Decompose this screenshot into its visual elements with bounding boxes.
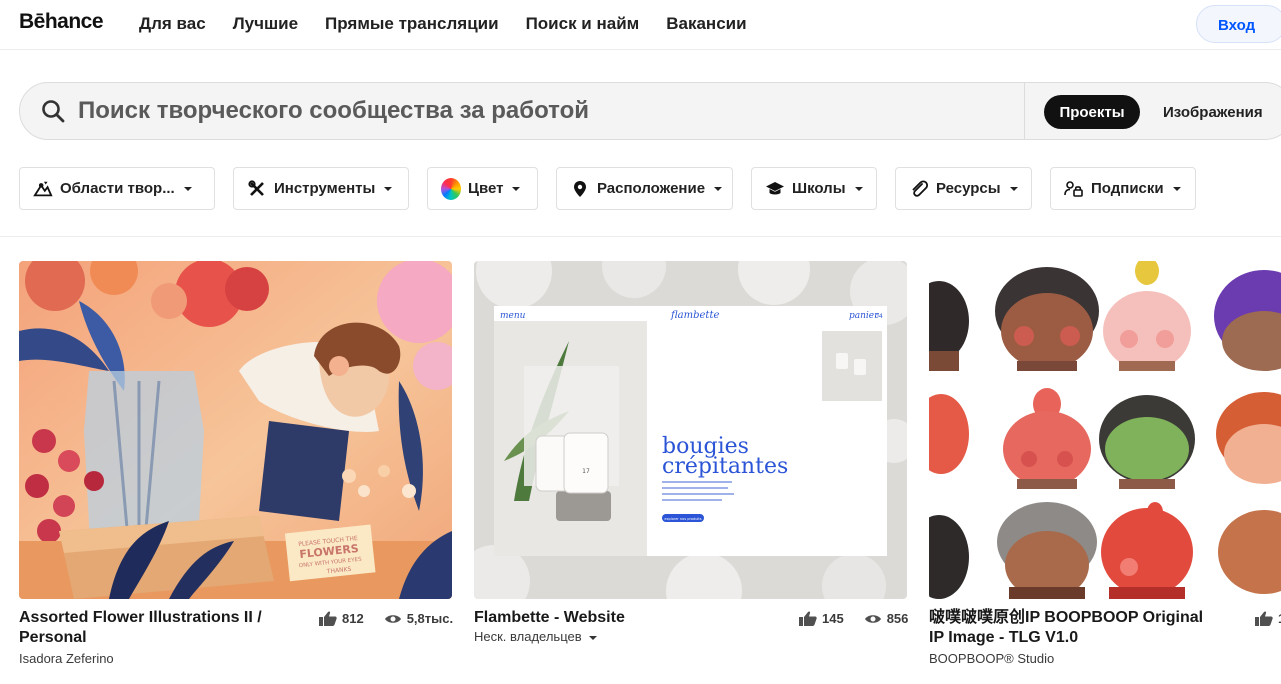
project-stats: 1 <box>1255 611 1281 626</box>
filter-label: Цвет <box>468 180 504 197</box>
search-icon <box>42 100 65 123</box>
views-stat: 5,8тыс. <box>384 611 453 626</box>
paperclip-icon <box>909 179 929 199</box>
filter-schools[interactable]: Школы <box>751 167 877 210</box>
thumbs-up-icon <box>1255 611 1273 626</box>
nav-hire[interactable]: Поиск и найм <box>526 14 640 34</box>
project-owner: Неск. владельцев <box>474 629 582 644</box>
likes-stat: 812 <box>319 611 364 626</box>
project-thumbnail[interactable]: PLEASE TOUCH THE FLOWERS ONLY WITH YOUR … <box>19 261 452 599</box>
creative-fields-icon <box>33 179 53 199</box>
subscriptions-lock-icon <box>1064 179 1084 199</box>
mock-brand: flambette <box>670 310 719 321</box>
jar-label: 17 <box>582 468 590 475</box>
views-count: 5,8тыс. <box>406 611 454 626</box>
project-thumbnail[interactable]: 17 menu flambette panier 04 bougies crép… <box>474 261 907 599</box>
mock-headline-2: crépitantes <box>662 454 788 479</box>
chevron-down-icon <box>183 186 192 191</box>
nav-livestreams[interactable]: Прямые трансляции <box>325 14 499 34</box>
filter-subscriptions[interactable]: Подписки <box>1050 167 1196 210</box>
filter-resources[interactable]: Ресурсы <box>895 167 1032 210</box>
flambette-website-image: 17 menu flambette panier 04 bougies crép… <box>474 261 907 599</box>
likes-stat: 1 <box>1255 611 1281 626</box>
filter-label: Школы <box>792 180 846 197</box>
filter-label: Расположение <box>597 180 706 197</box>
login-button[interactable]: Вход <box>1196 5 1281 43</box>
filter-label: Ресурсы <box>936 180 1001 197</box>
views-count: 856 <box>886 611 909 626</box>
thumbs-up-icon <box>799 611 817 626</box>
project-card[interactable]: PLEASE TOUCH THE FLOWERS ONLY WITH YOUR … <box>19 261 453 666</box>
chevron-down-icon <box>714 186 723 191</box>
mock-menu: menu <box>500 311 526 321</box>
project-title[interactable]: 啵噗啵噗原创IP BOOPBOOP Original IP Image - TL… <box>929 608 1219 648</box>
chevron-down-icon <box>589 635 598 640</box>
filter-color[interactable]: Цвет <box>427 167 538 210</box>
thumbs-up-icon <box>319 611 337 626</box>
project-title[interactable]: Assorted Flower Illustrations II / Perso… <box>19 608 309 648</box>
section-divider <box>0 236 1281 237</box>
views-stat: 856 <box>864 611 909 626</box>
main-nav: Для вас Лучшие Прямые трансляции Поиск и… <box>139 14 774 34</box>
eye-icon <box>384 614 401 623</box>
likes-count: 145 <box>822 611 844 626</box>
project-stats: 145 856 <box>799 611 908 626</box>
tab-projects[interactable]: Проекты <box>1044 95 1140 129</box>
project-card[interactable]: 17 menu flambette panier 04 bougies crép… <box>474 261 908 644</box>
chevron-down-icon <box>854 186 863 191</box>
project-card[interactable]: 啵噗啵噗原创IP BOOPBOOP Original IP Image - TL… <box>929 261 1281 666</box>
chevron-down-icon <box>512 186 521 191</box>
location-pin-icon <box>570 179 590 199</box>
top-navigation: Bēhance Для вас Лучшие Прямые трансляции… <box>0 0 1281 50</box>
project-stats: 812 5,8тыс. <box>319 611 453 626</box>
color-wheel-icon <box>441 177 461 200</box>
search-divider <box>1024 83 1025 139</box>
character-grid-image <box>929 261 1281 599</box>
behance-logo[interactable]: Bēhance <box>19 10 104 34</box>
eye-icon <box>864 614 881 623</box>
mock-cart-count: 04 <box>875 313 883 320</box>
project-owner[interactable]: BOOPBOOP® Studio <box>929 651 1054 666</box>
tools-icon <box>247 179 267 199</box>
filter-creative-fields[interactable]: Области твор... <box>19 167 215 210</box>
chevron-down-icon <box>1172 186 1181 191</box>
filter-label: Подписки <box>1091 180 1164 197</box>
filter-label: Области твор... <box>60 180 175 197</box>
chevron-down-icon <box>384 186 393 191</box>
likes-stat: 145 <box>799 611 844 626</box>
mock-cta: explorer nos produits <box>664 517 701 521</box>
filter-label: Инструменты <box>274 180 376 197</box>
search-input[interactable] <box>78 95 978 127</box>
graduation-cap-icon <box>765 179 785 199</box>
nav-for-you[interactable]: Для вас <box>139 14 206 34</box>
search-bar: Проекты Изображения <box>19 82 1281 140</box>
project-owners-dropdown[interactable]: Неск. владельцев <box>474 629 598 644</box>
likes-count: 812 <box>342 611 364 626</box>
project-title[interactable]: Flambette - Website <box>474 608 764 628</box>
nav-jobs[interactable]: Вакансии <box>666 14 746 34</box>
filter-location[interactable]: Расположение <box>556 167 733 210</box>
nav-best[interactable]: Лучшие <box>233 14 298 34</box>
flower-illustration-image: PLEASE TOUCH THE FLOWERS ONLY WITH YOUR … <box>19 261 452 599</box>
filter-bar: Области твор... Инструменты Цвет Располо… <box>0 167 1281 211</box>
project-thumbnail[interactable] <box>929 261 1281 599</box>
chevron-down-icon <box>1009 186 1018 191</box>
filter-tools[interactable]: Инструменты <box>233 167 409 210</box>
project-owner[interactable]: Isadora Zeferino <box>19 651 114 666</box>
tab-images[interactable]: Изображения <box>1163 104 1263 121</box>
